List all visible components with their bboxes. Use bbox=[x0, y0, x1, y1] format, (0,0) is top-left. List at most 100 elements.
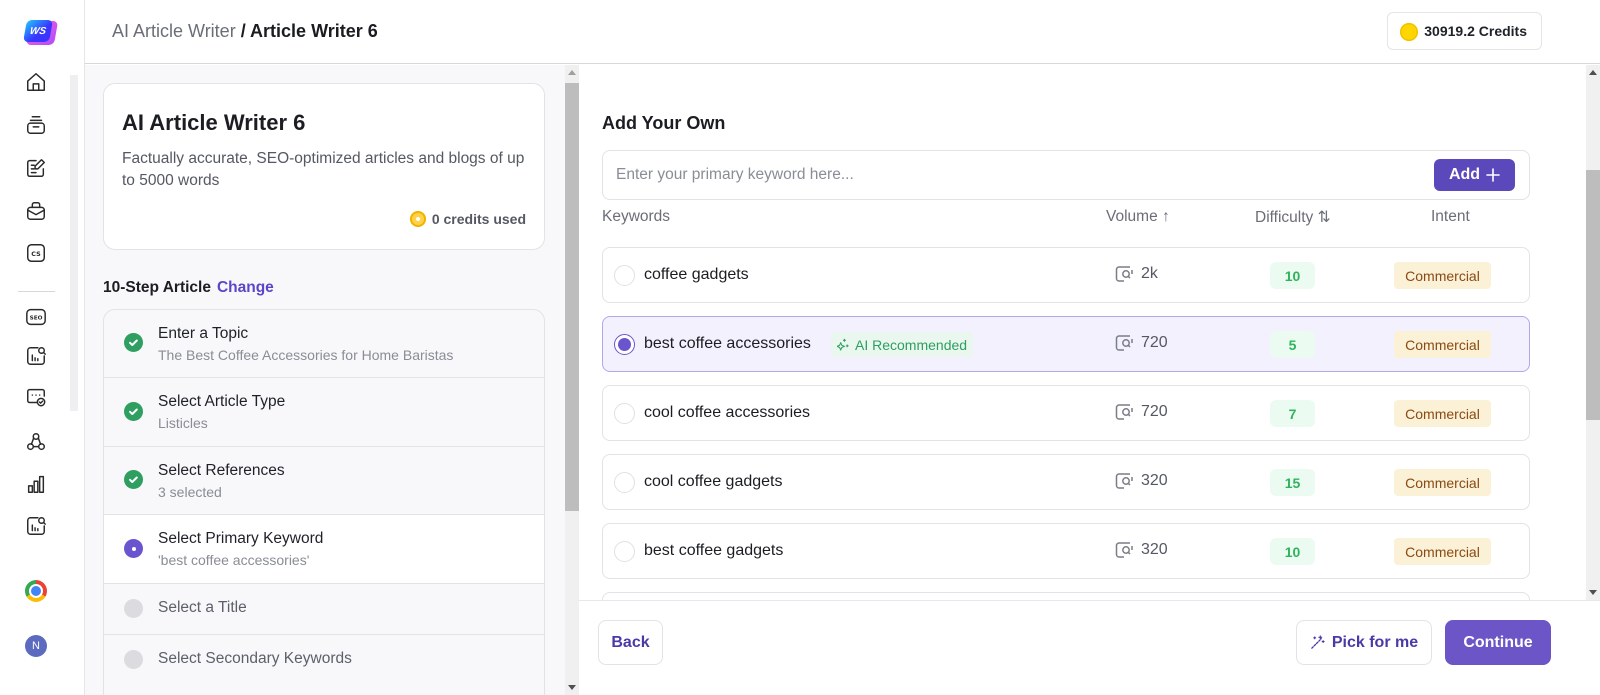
logo[interactable]: WS bbox=[24, 19, 56, 47]
scroll-up-arrow[interactable] bbox=[568, 70, 576, 75]
scroll-down-arrow[interactable] bbox=[568, 685, 576, 690]
search-volume-icon bbox=[1115, 403, 1135, 421]
check-icon bbox=[124, 333, 143, 352]
column-header-intent: Intent bbox=[1431, 208, 1470, 226]
pending-step-icon bbox=[124, 599, 143, 618]
volume-cell: 720 bbox=[1115, 334, 1168, 352]
steps-list: Enter a Topic The Best Coffee Accessorie… bbox=[103, 309, 545, 695]
add-button-label: Add bbox=[1449, 166, 1480, 184]
keyword-input-box: Add bbox=[602, 150, 1530, 200]
steps-panel-scrollbar[interactable] bbox=[565, 65, 579, 695]
home-icon[interactable] bbox=[24, 70, 48, 94]
step-subtitle: 'best coffee accessories' bbox=[158, 552, 309, 568]
ai-recommended-label: AI Recommended bbox=[855, 337, 967, 353]
keyword-panel: Add Your Own Add Keywords Volume ↑ Diffi… bbox=[579, 65, 1586, 600]
step-item[interactable]: Enter a Topic The Best Coffee Accessorie… bbox=[104, 310, 544, 378]
archive-icon[interactable] bbox=[24, 113, 48, 137]
credits-used: 0 credits used bbox=[410, 211, 526, 227]
keyword-row[interactable]: cool coffee accessories 720 7 Commercial bbox=[602, 385, 1530, 441]
keyword-radio[interactable] bbox=[614, 541, 635, 562]
volume-value: 320 bbox=[1141, 472, 1168, 490]
pick-for-me-button[interactable]: Pick for me bbox=[1296, 620, 1432, 665]
intent-badge: Commercial bbox=[1394, 331, 1491, 358]
search-volume-icon bbox=[1115, 334, 1135, 352]
step-title: Select a Title bbox=[158, 599, 247, 617]
edit-document-icon[interactable] bbox=[24, 156, 48, 180]
tool-description: Factually accurate, SEO-optimized articl… bbox=[122, 148, 532, 192]
step-item: Select Secondary Keywords bbox=[104, 635, 544, 686]
keyword-radio[interactable] bbox=[614, 403, 635, 424]
cs-icon[interactable]: CS bbox=[24, 241, 48, 265]
step-title: Enter a Topic bbox=[158, 325, 248, 343]
steps-panel: AI Article Writer 6 Factually accurate, … bbox=[85, 65, 565, 695]
step-subtitle: 3 selected bbox=[158, 484, 222, 500]
scroll-thumb[interactable] bbox=[565, 83, 579, 511]
keyword-row-selected[interactable]: best coffee accessories AI Recommended 7… bbox=[602, 316, 1530, 372]
scroll-thumb[interactable] bbox=[1586, 170, 1600, 420]
step-title: Select Primary Keyword bbox=[158, 530, 323, 548]
svg-text:CS: CS bbox=[31, 250, 41, 258]
continue-button[interactable]: Continue bbox=[1445, 620, 1551, 665]
column-header-volume[interactable]: Volume ↑ bbox=[1106, 208, 1170, 226]
difficulty-badge: 7 bbox=[1270, 400, 1315, 427]
breadcrumb-parent[interactable]: AI Article Writer bbox=[112, 21, 236, 41]
difficulty-badge: 10 bbox=[1270, 538, 1315, 565]
keyword-radio[interactable] bbox=[614, 265, 635, 286]
intent-badge: Commercial bbox=[1394, 262, 1491, 289]
change-link[interactable]: Change bbox=[217, 279, 274, 296]
keyword-text: best coffee accessories bbox=[644, 335, 811, 353]
message-check-icon[interactable] bbox=[24, 385, 48, 409]
pending-step-icon bbox=[124, 650, 143, 669]
volume-value: 320 bbox=[1141, 541, 1168, 559]
step-item-active[interactable]: Select Primary Keyword 'best coffee acce… bbox=[104, 515, 544, 584]
chrome-icon[interactable] bbox=[25, 580, 47, 602]
back-button[interactable]: Back bbox=[598, 620, 663, 665]
primary-keyword-input[interactable] bbox=[616, 151, 1416, 199]
volume-value: 720 bbox=[1141, 334, 1168, 352]
step-title: Select References bbox=[158, 462, 285, 480]
breadcrumb-separator: / bbox=[236, 21, 250, 41]
step-title: Select Article Type bbox=[158, 393, 285, 411]
keyword-text: cool coffee accessories bbox=[644, 404, 810, 422]
search-volume-icon bbox=[1115, 472, 1135, 490]
keyword-panel-scrollbar[interactable] bbox=[1586, 65, 1600, 600]
column-header-keywords: Keywords bbox=[602, 208, 670, 226]
briefcase-icon[interactable] bbox=[24, 199, 48, 223]
left-nav: WS CS SEO bbox=[0, 0, 85, 695]
volume-cell: 320 bbox=[1115, 541, 1168, 559]
scroll-down-arrow[interactable] bbox=[1589, 590, 1597, 595]
keyword-row[interactable]: cool coffee gadgets 320 15 Commercial bbox=[602, 454, 1530, 510]
keyword-row[interactable]: coffee gadgets 2k 10 Commercial bbox=[602, 247, 1530, 303]
app-root: WS CS SEO bbox=[0, 0, 1600, 695]
intent-badge: Commercial bbox=[1394, 400, 1491, 427]
keyword-text: coffee gadgets bbox=[644, 266, 749, 284]
volume-cell: 720 bbox=[1115, 403, 1168, 421]
keyword-radio-selected[interactable] bbox=[614, 334, 635, 355]
nav-scrollbar[interactable] bbox=[70, 75, 78, 411]
avatar[interactable]: N bbox=[25, 635, 47, 657]
network-icon[interactable] bbox=[24, 430, 48, 454]
seo-icon[interactable]: SEO bbox=[24, 305, 48, 329]
coin-icon bbox=[410, 211, 426, 227]
steps-header: 10-Step ArticleChange bbox=[103, 279, 274, 297]
credits-badge[interactable]: 30919.2 Credits bbox=[1387, 12, 1542, 50]
svg-text:SEO: SEO bbox=[30, 316, 43, 322]
search-volume-icon bbox=[1115, 265, 1135, 283]
column-header-difficulty[interactable]: Difficulty ⇅ bbox=[1255, 208, 1331, 227]
step-item[interactable]: Select References 3 selected bbox=[104, 447, 544, 515]
scroll-up-arrow[interactable] bbox=[1589, 70, 1597, 75]
keyword-radio[interactable] bbox=[614, 472, 635, 493]
analytics-search-icon[interactable] bbox=[24, 344, 48, 368]
step-item[interactable]: Select Article Type Listicles bbox=[104, 378, 544, 447]
credits-value: 30919.2 Credits bbox=[1424, 23, 1527, 39]
bar-chart-icon[interactable] bbox=[24, 472, 48, 496]
pick-for-me-label: Pick for me bbox=[1332, 634, 1418, 652]
add-keyword-button[interactable]: Add bbox=[1434, 159, 1515, 191]
analytics-search-icon[interactable] bbox=[24, 514, 48, 538]
keyword-row-partial[interactable] bbox=[602, 592, 1530, 600]
step-title: Select Secondary Keywords bbox=[158, 650, 352, 668]
volume-cell: 2k bbox=[1115, 265, 1158, 283]
keyword-row[interactable]: best coffee gadgets 320 10 Commercial bbox=[602, 523, 1530, 579]
logo-text: WS bbox=[23, 20, 53, 42]
check-icon bbox=[124, 402, 143, 421]
